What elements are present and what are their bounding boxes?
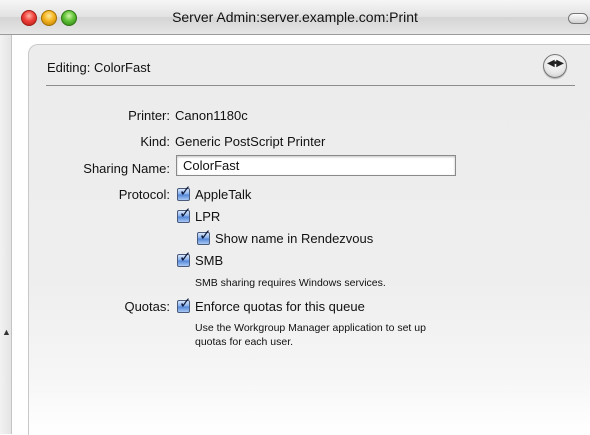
sidebar-edge: ▲ (0, 35, 12, 434)
enforce-quotas-label: Enforce quotas for this queue (195, 299, 365, 314)
appletalk-checkbox[interactable]: ✓ (177, 184, 192, 201)
header-divider (46, 85, 575, 86)
lpr-checkbox[interactable]: ✓ (177, 206, 192, 223)
lpr-label: LPR (195, 209, 221, 224)
checkmark-icon: ✓ (179, 183, 192, 200)
protocol-label: Protocol: (118, 187, 170, 202)
toolbar-toggle-button[interactable] (568, 13, 588, 24)
window-title: Server Admin:server.example.com:Print (172, 9, 418, 25)
title-bar[interactable]: Server Admin:server.example.com:Print (0, 0, 590, 35)
rendezvous-label: Show name in Rendezvous (215, 231, 374, 246)
printer-label: Printer: (128, 108, 170, 123)
kind-value: Generic PostScript Printer (175, 134, 326, 149)
server-admin-window: Server Admin:server.example.com:Print ▲ … (0, 0, 590, 435)
kind-label: Kind: (140, 134, 170, 149)
checkmark-icon: ✓ (179, 249, 192, 266)
checkmark-icon: ✓ (179, 295, 192, 312)
quotas-note-line2: quotas for each user. (195, 336, 294, 348)
sharing-name-label: Sharing Name: (83, 161, 170, 176)
editing-label: Editing: ColorFast (47, 60, 151, 75)
quotas-note-line1: Use the Workgroup Manager application to… (195, 322, 426, 334)
action-menu-button[interactable]: ◀•▶ (543, 54, 567, 78)
smb-note: SMB sharing requires Windows services. (195, 277, 386, 289)
printer-value: Canon1180c (175, 108, 248, 123)
rendezvous-checkbox[interactable]: ✓ (197, 228, 212, 245)
appletalk-label: AppleTalk (195, 187, 252, 202)
checkmark-icon: ✓ (199, 227, 212, 244)
checkmark-icon: ✓ (179, 205, 192, 222)
quotas-label: Quotas: (124, 299, 170, 314)
action-menu-icon: ◀•▶ (547, 58, 564, 69)
enforce-quotas-checkbox[interactable]: ✓ (177, 296, 192, 313)
sharing-name-input[interactable] (176, 155, 456, 176)
print-queue-settings-pane: Editing: ColorFast ◀•▶ Printer: Canon118… (28, 44, 590, 435)
smb-checkbox[interactable]: ✓ (177, 250, 192, 267)
collapse-arrow-icon[interactable]: ▲ (2, 327, 11, 337)
smb-label: SMB (195, 253, 224, 268)
